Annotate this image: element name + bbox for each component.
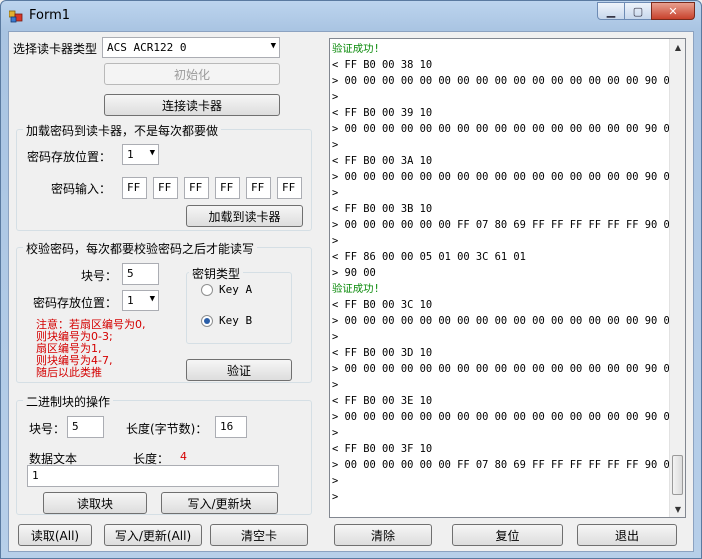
key-input-label: 密码输入：	[51, 182, 112, 196]
log-line: > 00 00 00 00 00 00 00 00 00 00 00 00 00…	[332, 75, 677, 87]
key-byte-2[interactable]: FF	[153, 177, 178, 199]
sector-note: 注意：若扇区编号为0, 则块编号为0-3; 扇区编号为1, 则块编号为4-7, …	[36, 319, 146, 379]
clear-button[interactable]: 清除	[334, 524, 432, 546]
binary-block-input[interactable]: 5	[67, 416, 104, 438]
exit-button[interactable]: 退出	[577, 524, 677, 546]
binary-length-label: 长度(字节数)：	[126, 422, 208, 436]
reader-type-value: ACS ACR122 0	[107, 41, 187, 54]
connect-reader-button[interactable]: 连接读卡器	[104, 94, 280, 116]
key-a-radio[interactable]: Key A	[201, 283, 252, 296]
binary-block-label: 块号：	[29, 422, 66, 436]
minimize-button[interactable]: ▁	[597, 2, 625, 20]
verify-block-label: 块号：	[81, 269, 118, 283]
load-key-group-title: 加载密码到读卡器，不是每次都要做	[23, 122, 222, 139]
log-line: > 90 00	[332, 267, 376, 279]
log-line: < FF 86 00 00 05 01 00 3C 61 01	[332, 251, 526, 263]
chevron-down-icon: ▼	[270, 41, 276, 51]
close-icon: ✕	[668, 4, 678, 18]
log-output[interactable]: 验证成功! < FF B0 00 38 10 > 00 00 00 00 00 00…	[329, 38, 686, 518]
log-line: < FF B0 00 3D 10	[332, 347, 433, 359]
log-line: > 00 00 00 00 00 00 FF 07 80 69 FF FF FF…	[332, 459, 677, 471]
log-line: >	[332, 91, 339, 103]
load-key-slot-select[interactable]: 1 ▼	[122, 144, 159, 165]
binary-length-input[interactable]: 16	[215, 416, 247, 438]
write-block-button[interactable]: 写入/更新块	[161, 492, 278, 514]
scroll-thumb[interactable]	[672, 455, 683, 495]
log-line: >	[332, 187, 339, 199]
log-line: < FF B0 00 38 10	[332, 59, 433, 71]
log-line: < FF B0 00 3E 10	[332, 395, 433, 407]
verify-button[interactable]: 验证	[186, 359, 292, 381]
chevron-down-icon: ▼	[149, 294, 155, 304]
log-line: > 00 00 00 00 00 00 FF 07 80 69 FF FF FF…	[332, 219, 677, 231]
scroll-down-icon[interactable]: ▼	[670, 501, 685, 517]
log-line: < FF B0 00 3C 10	[332, 299, 433, 311]
binary-block-group-title: 二进制块的操作	[23, 393, 114, 410]
read-all-button[interactable]: 读取(All)	[18, 524, 92, 546]
key-byte-4[interactable]: FF	[215, 177, 240, 199]
log-line: >	[332, 491, 339, 503]
window-title: Form1	[29, 8, 71, 23]
log-line: < FF B0 00 3A 10	[332, 155, 433, 167]
caption-buttons: ▁ ▢ ✕	[597, 2, 695, 20]
data-length-value: 4	[180, 450, 187, 463]
title-bar[interactable]: Form1 ▁ ▢ ✕	[1, 1, 701, 31]
log-line: 验证成功!	[332, 283, 380, 295]
clear-card-button[interactable]: 清空卡	[210, 524, 308, 546]
init-button[interactable]: 初始化	[104, 63, 280, 85]
write-all-button[interactable]: 写入/更新(All)	[104, 524, 202, 546]
verify-block-input[interactable]: 5	[122, 263, 159, 285]
log-line: < FF B0 00 39 10	[332, 107, 433, 119]
key-b-radio-dot	[201, 314, 213, 327]
verify-slot-value: 1	[127, 294, 134, 307]
key-a-label: Key A	[219, 283, 253, 296]
app-icon	[9, 10, 23, 23]
chevron-down-icon: ▼	[149, 148, 155, 158]
log-scrollbar[interactable]: ▲ ▼	[669, 39, 685, 517]
minimize-icon: ▁	[606, 4, 616, 18]
maximize-button[interactable]: ▢	[624, 2, 652, 20]
reset-button[interactable]: 复位	[452, 524, 563, 546]
reader-type-label: 选择读卡器类型	[13, 42, 98, 56]
log-line: > 00 00 00 00 00 00 00 00 00 00 00 00 00…	[332, 171, 677, 183]
log-line: 验证成功!	[332, 43, 380, 55]
read-block-button[interactable]: 读取块	[43, 492, 147, 514]
note-line: 随后以此类推	[36, 366, 102, 379]
key-b-radio[interactable]: Key B	[201, 314, 252, 327]
reader-type-select[interactable]: ACS ACR122 0 ▼	[102, 37, 280, 58]
load-key-slot-label: 密码存放位置：	[27, 150, 112, 164]
main-window: Form1 ▁ ▢ ✕ 选择读卡器类型 ACS ACR122 0 ▼ 初始化 连…	[0, 0, 702, 559]
close-button[interactable]: ✕	[651, 2, 695, 20]
key-byte-1[interactable]: FF	[122, 177, 147, 199]
log-line: < FF B0 00 3B 10	[332, 203, 433, 215]
key-type-group-title: 密钥类型	[189, 265, 244, 282]
verify-slot-select[interactable]: 1 ▼	[122, 290, 159, 311]
log-line: > 00 00 00 00 00 00 00 00 00 00 00 00 00…	[332, 315, 677, 327]
load-key-slot-value: 1	[127, 148, 134, 161]
log-line: >	[332, 379, 339, 391]
verify-group-title: 校验密码，每次都要校验密码之后才能读写	[23, 240, 258, 257]
data-text-input[interactable]: 1	[27, 465, 279, 487]
log-line: >	[332, 427, 339, 439]
key-b-label: Key B	[219, 314, 253, 327]
log-line: < FF B0 00 3F 10	[332, 443, 433, 455]
client-area: 选择读卡器类型 ACS ACR122 0 ▼ 初始化 连接读卡器 加载密码到读卡…	[8, 31, 694, 552]
log-line: >	[332, 475, 339, 487]
key-byte-3[interactable]: FF	[184, 177, 209, 199]
load-to-reader-button[interactable]: 加载到读卡器	[186, 205, 303, 227]
log-line: >	[332, 139, 339, 151]
key-a-radio-dot	[201, 283, 213, 296]
log-line: > 00 00 00 00 00 00 00 00 00 00 00 00 00…	[332, 123, 677, 135]
scroll-up-icon[interactable]: ▲	[670, 39, 685, 55]
key-byte-5[interactable]: FF	[246, 177, 271, 199]
key-byte-6[interactable]: FF	[277, 177, 302, 199]
log-line: > 00 00 00 00 00 00 00 00 00 00 00 00 00…	[332, 363, 677, 375]
log-line: >	[332, 235, 339, 247]
verify-slot-label: 密码存放位置：	[33, 296, 118, 310]
maximize-icon: ▢	[632, 4, 644, 18]
log-line: > 00 00 00 00 00 00 00 00 00 00 00 00 00…	[332, 411, 677, 423]
log-line: >	[332, 331, 339, 343]
log-content: 验证成功! < FF B0 00 38 10 > 00 00 00 00 00 00…	[332, 41, 677, 505]
